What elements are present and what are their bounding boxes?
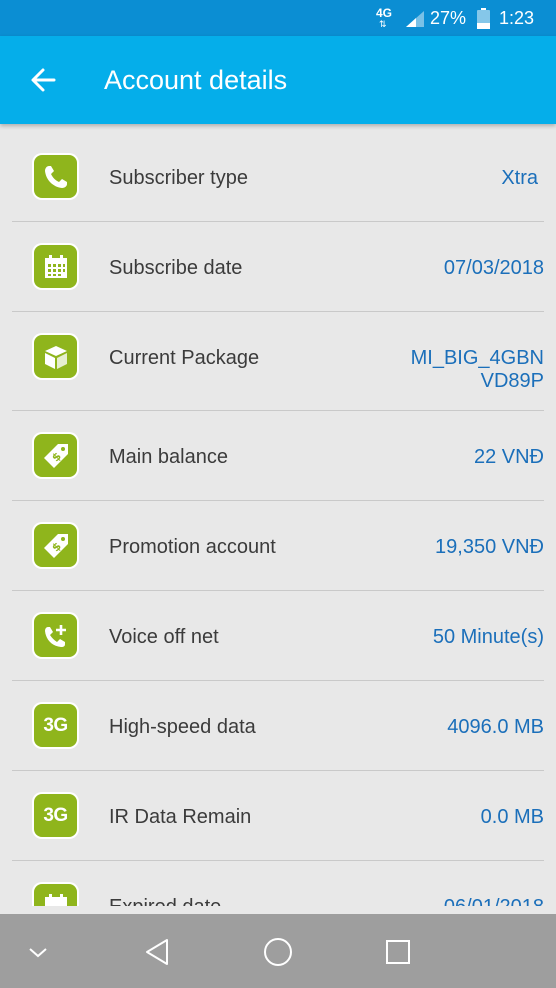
home-button[interactable] (258, 932, 298, 972)
row-label: Subscriber type (109, 167, 248, 189)
circle-home-icon (264, 938, 292, 966)
row-value: Xtra (501, 167, 538, 189)
status-bar: 4G ⇅ 27% 1:23 (0, 0, 556, 36)
back-button[interactable] (22, 58, 66, 102)
triangle-back-icon (146, 939, 168, 965)
row-label: High-speed data (109, 716, 256, 738)
list-item-main-balance: $ Main balance 22 VNĐ (12, 411, 544, 501)
battery-icon (477, 8, 490, 29)
network-type: 4G (376, 6, 393, 20)
battery-percent: 27% (430, 8, 467, 28)
row-value: 22 VNĐ (473, 446, 544, 468)
data-activity-icon: ⇅ (379, 19, 386, 29)
list-item-promotion-account: $ Promotion account 19,350 VNĐ (12, 501, 544, 591)
price-tag-icon: $ (34, 524, 77, 567)
back-nav-button[interactable] (138, 932, 178, 972)
row-value: 07/03/2018 (443, 257, 544, 279)
phone-plus-icon (34, 614, 77, 657)
list-item-high-speed-data: 3G High-speed data 4096.0 MB (12, 681, 544, 771)
page-title: Account details (104, 65, 288, 95)
list-item-ir-data-remain: 3G IR Data Remain 0.0 MB (12, 771, 544, 861)
signal-strength-icon (406, 11, 424, 27)
list-item-subscriber-type: Subscriber type Xtra (12, 132, 544, 222)
row-label: Main balance (109, 446, 228, 468)
phone-icon (34, 155, 77, 198)
price-tag-icon: $ (34, 434, 77, 477)
hide-keyboard-button[interactable] (18, 932, 58, 972)
row-value: 4096.0 MB (447, 716, 544, 738)
3g-icon: 3G (34, 704, 77, 747)
list-item-voice-off-net: Voice off net 50 Minute(s) (12, 591, 544, 681)
square-recents-icon (386, 940, 410, 964)
row-label: Current Package (109, 347, 260, 369)
row-value: 06/01/2018 (324, 896, 544, 906)
calendar-icon (34, 245, 77, 288)
list-item-subscribe-date: Subscribe date 07/03/2018 (12, 222, 544, 312)
chevron-down-icon (29, 948, 47, 958)
package-box-icon (34, 335, 77, 378)
account-details-list[interactable]: Subscriber type Xtra Subscribe date 07/0… (0, 132, 556, 906)
row-value: 0.0 MB (480, 806, 544, 828)
arrow-left-icon (31, 68, 56, 92)
row-label: Voice off net (109, 626, 219, 648)
3g-icon: 3G (34, 794, 77, 837)
navigation-bar (0, 914, 556, 988)
row-label: Subscribe date (109, 257, 243, 279)
calendar-icon (34, 884, 77, 906)
row-value: MI_BIG_4GBN VD89P (410, 347, 544, 392)
row-value: 50 Minute(s) (432, 626, 544, 648)
row-label: Promotion account (109, 536, 276, 558)
clock: 1:23 (499, 8, 535, 28)
row-label: IR Data Remain (109, 806, 252, 828)
list-item-expired-date: Expired date 06/01/2018 (12, 861, 544, 906)
row-value: 19,350 VNĐ (435, 536, 544, 558)
row-label: Expired date (109, 896, 221, 906)
app-bar: Account details (0, 36, 556, 124)
list-item-current-package: Current Package MI_BIG_4GBN VD89P (12, 312, 544, 411)
recents-button[interactable] (378, 932, 418, 972)
